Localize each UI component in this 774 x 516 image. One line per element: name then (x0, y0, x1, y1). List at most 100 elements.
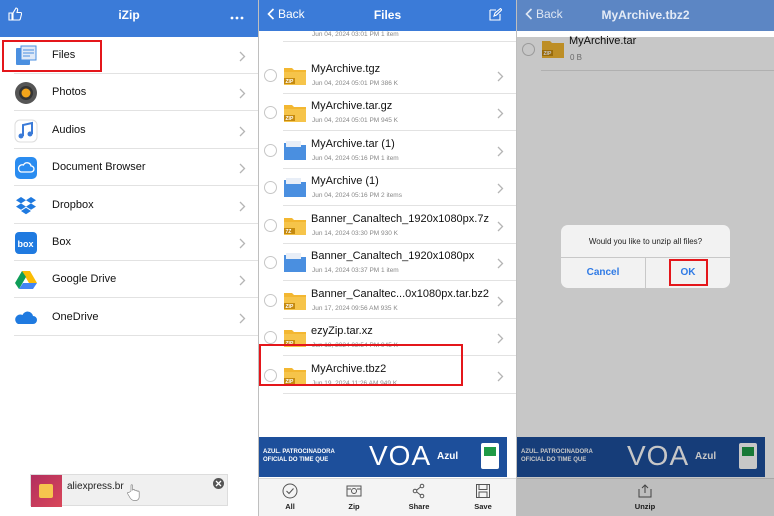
row-separator (14, 334, 258, 336)
save-button[interactable]: Save (458, 483, 508, 511)
chevron-right-icon (497, 69, 504, 81)
file-row[interactable]: MyArchive.tar (1) Jun 04, 2024 05:16 PM 1… (259, 132, 516, 169)
file-row[interactable]: ZIP Banner_Canaltec...0x1080px.tar.bz2 Jun… (259, 282, 516, 319)
modal-dim-overlay: Would you like to unzip all files? Cance… (517, 37, 774, 516)
dialog-message: Would you like to unzip all files? (588, 237, 703, 246)
chevron-right-icon (497, 219, 504, 231)
zip-folder-icon: 7Z (283, 214, 307, 236)
file-row[interactable]: MyArchive (1) Jun 04, 2024 05:16 PM 2 ite… (259, 169, 516, 206)
chevron-right-icon (497, 331, 504, 344)
menu-item-label: Audios (52, 123, 86, 136)
select-all-button[interactable]: All (265, 483, 315, 511)
row-separator (283, 41, 516, 42)
files-highlight-box (2, 40, 102, 72)
zip-icon (346, 485, 362, 497)
save-icon (476, 484, 490, 498)
file-row[interactable]: ZIP MyArchive.tar.gz Jun 04, 2024 05:01 PM… (259, 94, 516, 131)
menu-item-onedrive[interactable]: OneDrive (0, 299, 258, 336)
edit-button[interactable] (489, 7, 503, 26)
file-meta: Jun 17, 2024 09:56 AM 935 K (312, 304, 398, 312)
chevron-right-icon (239, 49, 246, 62)
file-meta: Jun 04, 2024 05:16 PM 2 items (312, 192, 402, 199)
folder-icon (283, 251, 307, 273)
svg-text:ZIP: ZIP (286, 304, 294, 310)
chevron-right-icon (497, 106, 504, 119)
selected-file-highlight-box (259, 344, 463, 386)
menu-item-label: Dropbox (52, 198, 94, 211)
select-radio[interactable] (264, 68, 277, 82)
file-name: Banner_Canaltec...0x1080px.tar.bz2 (311, 287, 489, 300)
file-meta: Jun 04, 2024 05:16 PM 1 item (312, 154, 399, 162)
ad-big-text: VOA (369, 440, 432, 471)
file-name: Banner_Canaltech_1920x1080px.7z (311, 212, 489, 225)
select-radio[interactable] (264, 218, 277, 232)
azul-ad-banner[interactable]: AZUL. PATROCINADORA OFICIAL DO TIME QUE V… (259, 437, 507, 477)
select-radio[interactable] (264, 143, 277, 157)
file-row[interactable]: Banner_Canaltech_1920x1080px Jun 14, 2024… (259, 244, 516, 281)
menu-item-label: Google Drive (52, 273, 117, 286)
nav-bar: Back Files (259, 0, 516, 31)
cloud-icon (14, 156, 38, 180)
menu-item-label: Document Browser (52, 161, 146, 174)
file-meta: Jun 14, 2024 03:37 PM 1 item (312, 267, 399, 274)
bottom-toolbar: All Zip Share Save (259, 478, 516, 516)
ad-close-button[interactable] (213, 478, 224, 489)
file-name: ezyZip.tar.xz (311, 325, 373, 337)
menu-item-photos[interactable]: Photos (0, 74, 258, 112)
folder-icon (283, 176, 307, 198)
file-row[interactable]: 7Z Banner_Canaltech_1920x1080px.7z Jun 14,… (259, 207, 516, 244)
izip-home-screen: iZip Files Photos Audios Document Browser Dr… (0, 0, 258, 516)
google-drive-icon (14, 268, 38, 292)
share-button[interactable]: Share (394, 483, 444, 511)
select-radio[interactable] (264, 106, 277, 119)
chevron-right-icon (239, 124, 246, 137)
menu-item-label: OneDrive (52, 310, 99, 323)
chevron-right-icon (497, 181, 504, 194)
select-radio[interactable] (264, 331, 277, 344)
menu-item-google-drive[interactable]: Google Drive (0, 261, 258, 299)
ok-highlight-box (669, 259, 708, 286)
ad-popup[interactable]: aliexpress.br (30, 474, 228, 507)
menu-item-box[interactable]: box Box (0, 224, 258, 261)
select-radio[interactable] (264, 293, 277, 307)
file-meta: Jun 04, 2024 05:01 PM 386 K (312, 79, 399, 87)
chevron-right-icon (239, 199, 246, 212)
chevron-right-icon (239, 86, 246, 99)
dropbox-icon (14, 194, 38, 218)
more-button[interactable] (230, 8, 244, 26)
ad-brand: Azul (437, 451, 459, 462)
nav-bar: iZip (0, 0, 258, 31)
row-separator (283, 392, 516, 394)
hand-cursor-icon (127, 484, 140, 501)
ad-thumbnail (31, 475, 62, 507)
share-icon (412, 483, 425, 499)
onedrive-icon (14, 306, 38, 330)
file-meta: Jun 04, 2024 03:01 PM 1 item (312, 31, 399, 38)
menu-item-document-browser[interactable]: Document Browser (0, 149, 258, 187)
olympic-badge-icon (481, 443, 499, 469)
file-row[interactable]: ZIP MyArchive.tgz Jun 04, 2024 05:01 PM 38… (259, 57, 516, 94)
file-name: MyArchive.tar (1) (311, 137, 395, 150)
select-radio[interactable] (264, 256, 277, 269)
file-name: MyArchive.tar.gz (311, 100, 393, 112)
more-dots-icon (230, 16, 244, 20)
file-meta: Jun 04, 2024 05:01 PM 945 K (312, 117, 399, 124)
file-meta: Jun 14, 2024 03:30 PM 930 K (312, 229, 399, 237)
zip-folder-icon: ZIP (283, 289, 307, 311)
cancel-button[interactable]: Cancel (561, 257, 645, 288)
ad-line: AZUL. PATROCINADORA OFICIAL DO TIME QUE (263, 449, 335, 463)
menu-item-label: Photos (52, 86, 87, 99)
app-title: iZip (118, 8, 140, 22)
svg-text:ZIP: ZIP (286, 79, 294, 85)
menu-item-dropbox[interactable]: Dropbox (0, 187, 258, 224)
ad-text: aliexpress.br (67, 481, 124, 492)
screen-title: MyArchive.tbz2 (601, 8, 690, 22)
svg-text:box: box (18, 239, 34, 249)
audios-icon (14, 119, 38, 143)
menu-item-audios[interactable]: Audios (0, 112, 258, 149)
folder-icon (283, 139, 307, 161)
zip-button[interactable]: Zip (329, 483, 379, 511)
select-radio[interactable] (264, 181, 277, 194)
svg-text:ZIP: ZIP (286, 116, 294, 122)
archive-screen: Back MyArchive.tbz2 ZIP MyArchive.tar 0 … (517, 0, 774, 516)
